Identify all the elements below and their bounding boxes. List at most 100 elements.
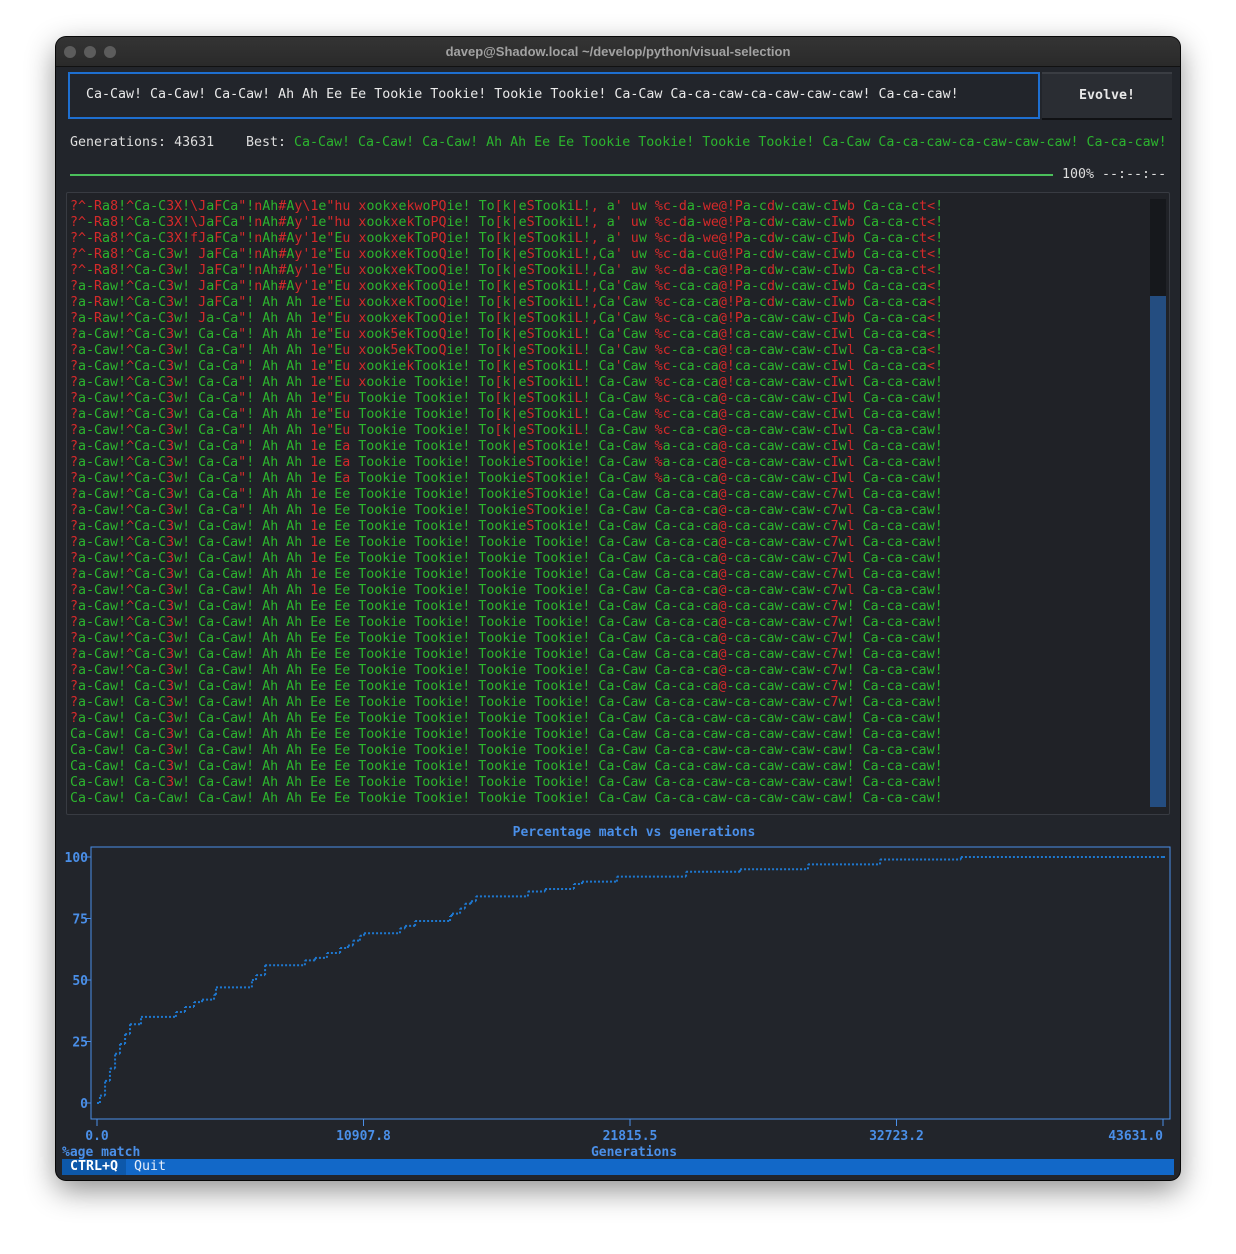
matched-chars: ! Ah Ah	[246, 455, 311, 470]
matched-chars: ! Ah Ah	[246, 391, 311, 406]
log-scrollbar-thumb[interactable]	[1150, 296, 1166, 807]
matched-chars: w	[839, 215, 848, 230]
matched-chars: Ca	[222, 199, 239, 214]
matched-chars: w! Ca-Ca	[174, 503, 239, 518]
matched-chars: w	[838, 503, 847, 518]
mismatched-chars: @!	[718, 359, 735, 374]
matched-chars: w	[839, 231, 848, 246]
quit-key: CTRL+Q	[70, 1159, 119, 1174]
matched-chars: Ca	[598, 247, 615, 262]
log-line: ?a-Caw!^Ca-C3w! Ca-Caw! Ah Ah Ee Ee Took…	[70, 647, 943, 663]
matched-chars: Tooki	[534, 247, 575, 262]
mismatched-chars: b	[847, 279, 856, 294]
mismatched-chars: d	[767, 263, 776, 278]
mismatched-chars: d	[766, 231, 775, 246]
mismatched-chars: k	[406, 231, 415, 246]
matched-chars: w! Ca-Caw! Ah Ah	[174, 519, 311, 534]
mismatched-chars: @!	[718, 327, 735, 342]
log-line: ?a-Caw!^Ca-C3w! Ca-Ca"! Ah Ah 1e"Eu Took…	[70, 423, 943, 439]
matched-chars: a-Caw!	[78, 583, 127, 598]
progress-label: 100% --:--:--	[1062, 167, 1167, 182]
matched-chars: e E	[318, 455, 343, 470]
mismatched-chars: %c	[654, 327, 671, 342]
mismatched-chars: '	[614, 343, 623, 358]
mismatched-chars: L	[574, 311, 583, 326]
matched-chars: w-caw-c	[775, 263, 832, 278]
matched-chars: -ca-caw-caw-c	[726, 455, 831, 470]
mismatched-chars: @	[718, 423, 727, 438]
mismatched-chars: |	[510, 359, 519, 374]
matched-chars: e	[518, 327, 527, 342]
quit-shortcut[interactable]: CTRL+Q	[62, 1159, 126, 1175]
evolution-log[interactable]: ?^-Ra8!^Ca-C3X!\JaFCa"!nAh#Ay\1e"hu xook…	[66, 192, 1170, 815]
matched-chars: ca-caw-caw-c	[734, 327, 831, 342]
matched-chars: a-c	[742, 247, 767, 262]
matched-chars: e	[398, 215, 407, 230]
log-scrollbar[interactable]	[1150, 199, 1166, 807]
mismatched-chars: J	[198, 247, 207, 262]
matched-chars: w-caw-c	[774, 279, 832, 294]
mismatched-chars: k	[406, 279, 415, 294]
matched-chars: w! Ca-Caw! Ah Ah Ee Ee Tookie Tookie! To…	[174, 775, 943, 790]
mismatched-chars: '	[614, 327, 623, 342]
mismatched-chars: \J	[190, 215, 207, 230]
matched-chars: Ca-ca-c	[855, 231, 920, 246]
matched-chars: a-Caw!	[78, 375, 127, 390]
mismatched-chars: l	[846, 567, 855, 582]
matched-chars: Ca-C	[134, 503, 167, 518]
mismatched-chars: \J	[190, 199, 207, 214]
matched-chars: w	[838, 343, 847, 358]
evolve-button[interactable]: Evolve!	[1042, 72, 1172, 120]
mismatched-chars: d	[678, 199, 687, 214]
matched-chars: w	[838, 311, 847, 326]
matched-chars: ie! To	[446, 311, 495, 326]
matched-chars: w! Ca-Caw! Ah Ah Ee Ee Tookie Tookie! To…	[174, 647, 719, 662]
matched-chars: Ca-Caw! Ca-C	[70, 727, 167, 742]
mismatched-chars: L	[574, 391, 583, 406]
mismatched-chars: @!P	[718, 295, 743, 310]
matched-chars: a-Caw! Ca-C	[78, 679, 167, 694]
mismatched-chars: |	[510, 295, 519, 310]
log-line: ?^-Ra8!^Ca-C3X!\JaFCa"!nAh#Ay\1e"hu xook…	[70, 199, 943, 215]
matched-chars: -ca-caw-caw-c	[726, 567, 831, 582]
target-phrase-input[interactable]: Ca-Caw! Ca-Caw! Ca-Caw! Ah Ah Ee Ee Took…	[68, 72, 1040, 119]
mismatched-chars: ?	[70, 375, 79, 390]
mismatched-chars: @	[718, 471, 727, 486]
mismatched-chars: b	[846, 311, 855, 326]
matched-chars: e Ee Tookie Tookie! Tookie	[318, 519, 527, 534]
matched-chars: !	[182, 199, 191, 214]
log-line: ?a-Caw!^Ca-C3w! Ca-Caw! Ah Ah 1e Ee Took…	[70, 535, 943, 551]
matched-chars: Tookie Tookie! To	[350, 423, 495, 438]
matched-chars: w! Ca-ca-caw!	[838, 679, 943, 694]
matched-chars: To	[414, 215, 431, 230]
mismatched-chars: I	[831, 247, 840, 262]
mismatched-chars: l	[846, 375, 855, 390]
mismatched-chars: R	[94, 199, 103, 214]
matched-chars: a-Caw!	[78, 439, 127, 454]
matched-chars: -ca-caw-caw-c	[726, 423, 831, 438]
mismatched-chars: d	[766, 295, 775, 310]
mismatched-chars: %c	[654, 247, 671, 262]
mismatched-chars: t<	[919, 231, 936, 246]
matched-chars: !	[182, 215, 191, 230]
matched-chars: Caw	[622, 327, 655, 342]
mismatched-chars: [	[494, 215, 503, 230]
target-phrase-value: Ca-Caw! Ca-Caw! Ca-Caw! Ah Ah Ee Ee Took…	[86, 87, 959, 102]
mismatched-chars: t<	[919, 199, 936, 214]
mismatched-chars: l	[846, 455, 855, 470]
quit-label[interactable]: Quit	[134, 1159, 166, 1175]
mismatched-chars: R	[94, 231, 103, 246]
mismatched-chars: ^	[126, 295, 135, 310]
mismatched-chars: 3	[166, 631, 175, 646]
matched-chars: !	[935, 231, 944, 246]
mismatched-chars: b	[847, 247, 856, 262]
mismatched-chars: L	[574, 343, 583, 358]
mismatched-chars: %	[654, 455, 663, 470]
mismatched-chars: l	[846, 343, 855, 358]
matched-chars: e	[398, 231, 407, 246]
matched-chars: !	[118, 231, 127, 246]
matched-chars: a-Caw!	[78, 599, 127, 614]
matched-chars: e	[518, 375, 527, 390]
matched-chars: Ca-C	[134, 551, 167, 566]
matched-chars: w! Ca-Caw! Ah Ah Ee Ee Tookie Tookie! To…	[174, 631, 719, 646]
